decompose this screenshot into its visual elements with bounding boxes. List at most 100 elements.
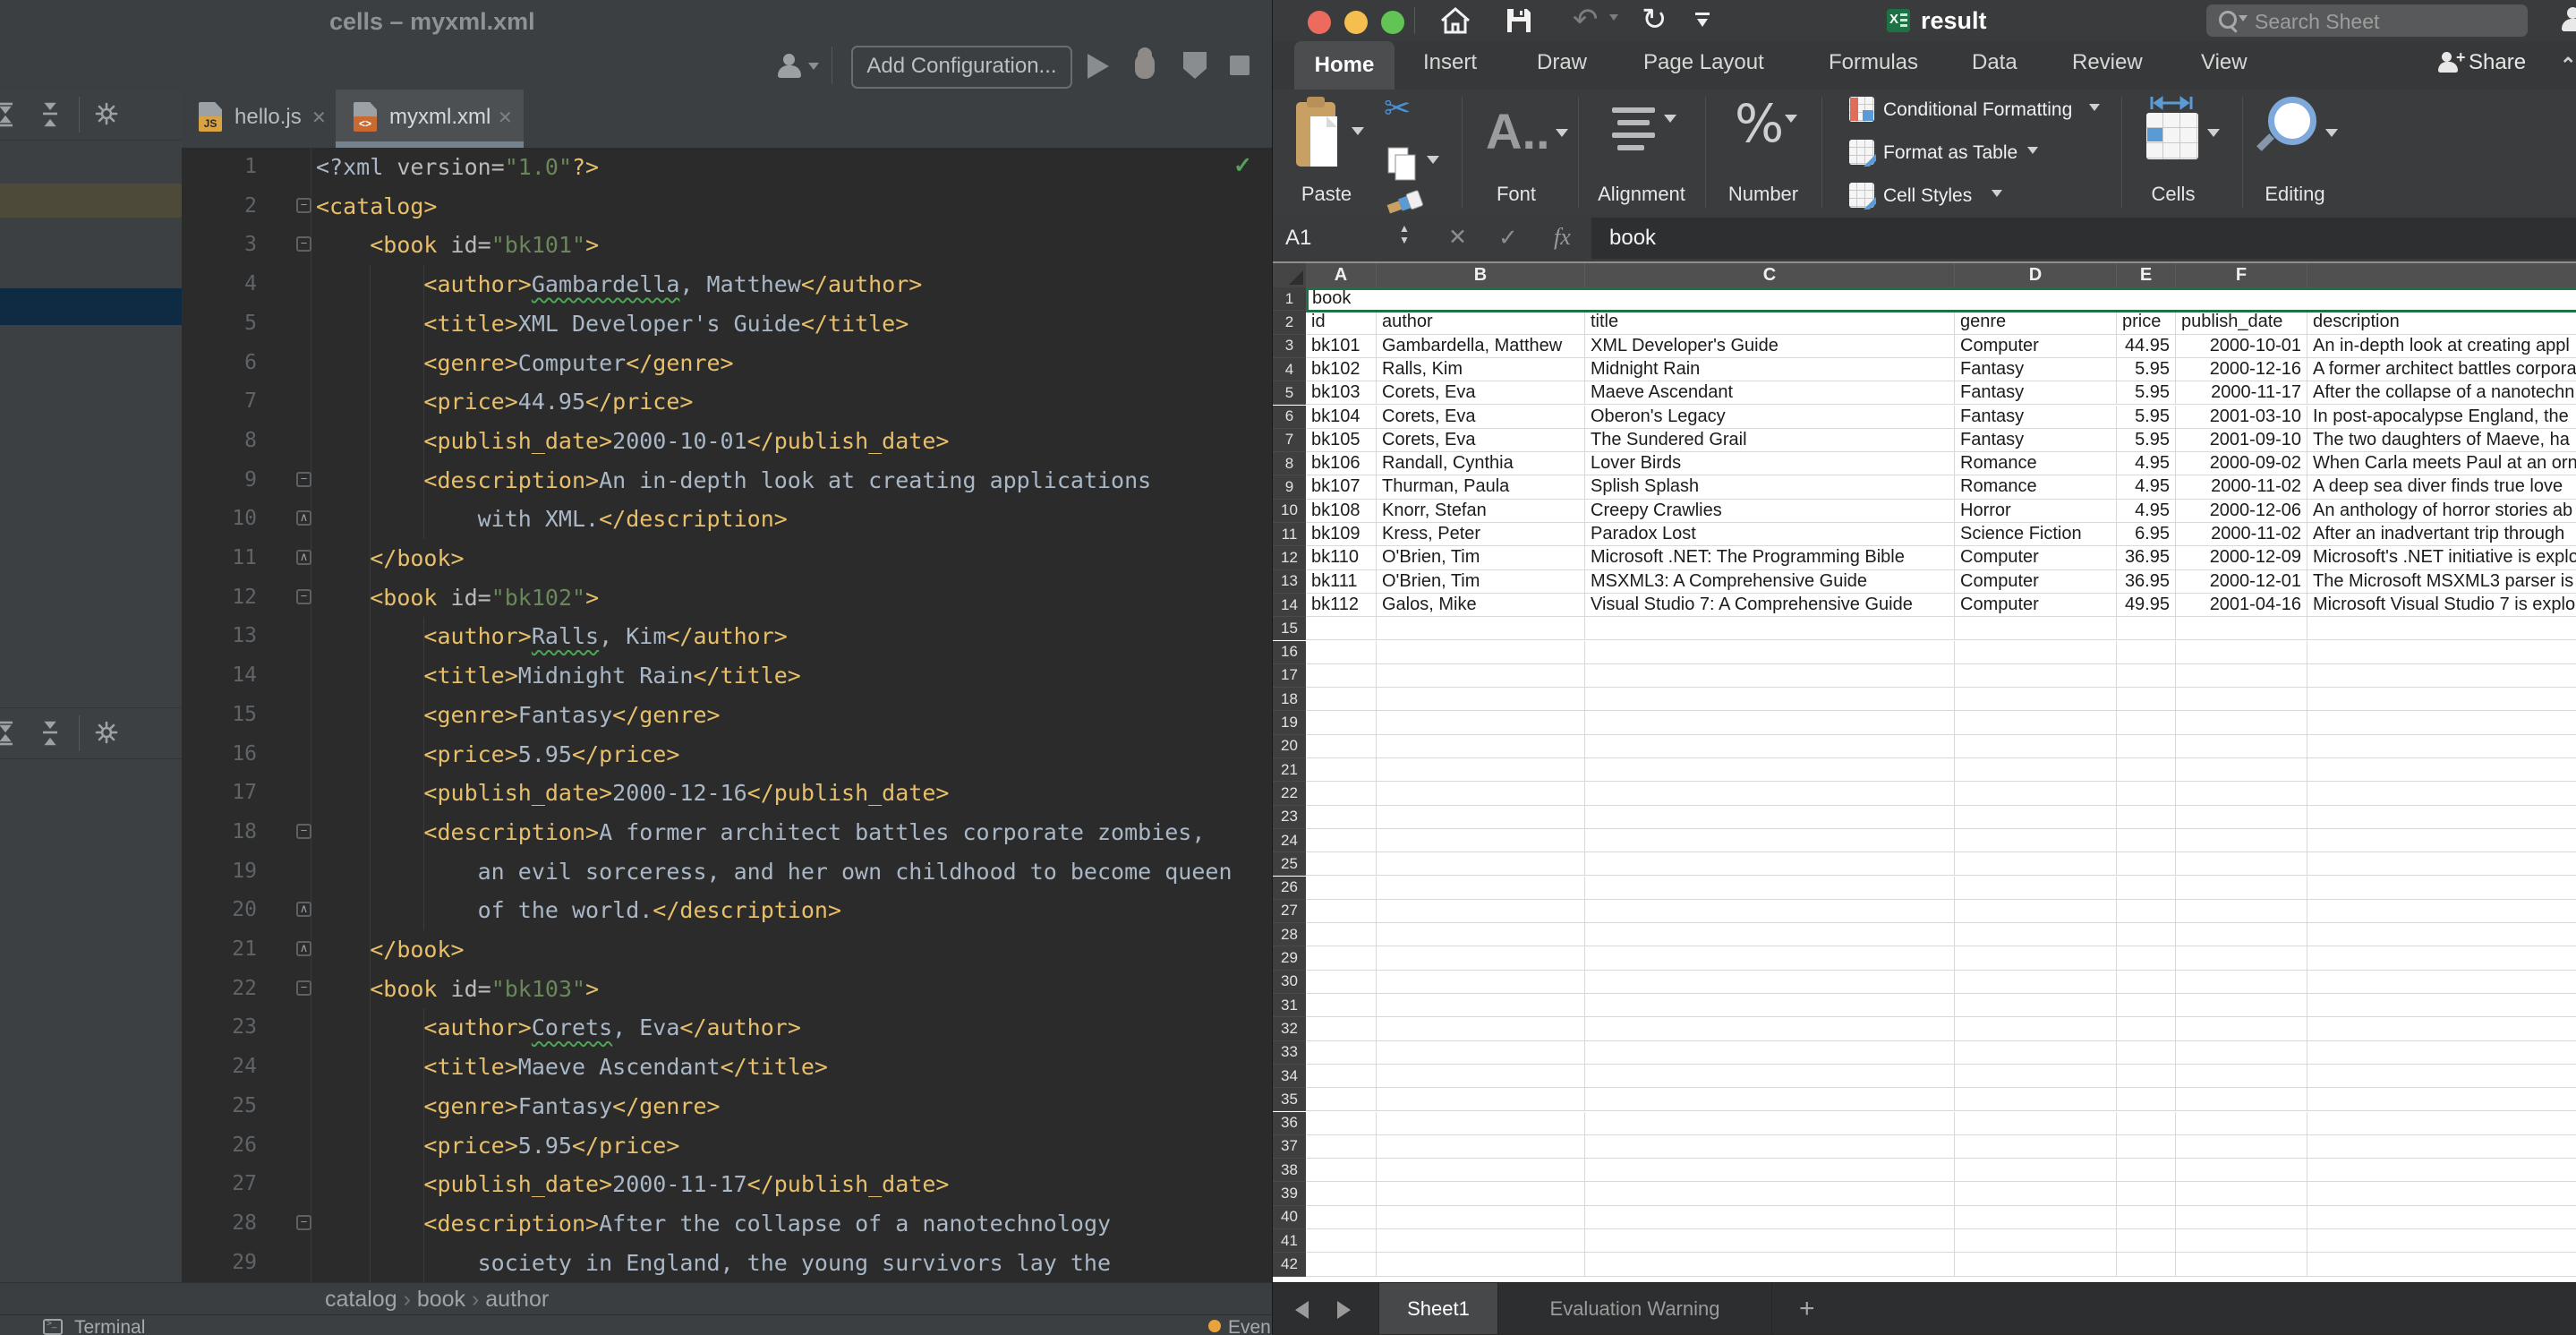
cell[interactable]: 44.95 (2117, 335, 2176, 358)
row-header-28[interactable]: 28 (1273, 923, 1306, 946)
row-header-20[interactable]: 20 (1273, 735, 1306, 758)
cancel-entry-icon[interactable]: ✕ (1448, 224, 1467, 251)
cell[interactable]: Fantasy (1955, 381, 2117, 405)
row-header-6[interactable]: 6 (1273, 406, 1306, 429)
cell[interactable]: publish_date (2176, 311, 2307, 334)
cell[interactable]: Computer (1955, 546, 2117, 569)
row-header-25[interactable]: 25 (1273, 852, 1306, 876)
cell[interactable] (2176, 1182, 2307, 1205)
cell[interactable]: An in-depth look at creating appl (2307, 335, 2576, 358)
row-header-39[interactable]: 39 (1273, 1182, 1306, 1205)
cell[interactable] (1955, 877, 2117, 900)
tab-view[interactable]: View (2201, 50, 2248, 75)
run-icon[interactable] (1088, 54, 1109, 79)
cell[interactable]: 5.95 (2117, 429, 2176, 452)
zoom-traffic-light[interactable] (1381, 11, 1404, 34)
cell[interactable] (2307, 641, 2576, 664)
fold-collapse-icon[interactable]: − (296, 1215, 311, 1230)
cell[interactable] (1377, 1135, 1585, 1159)
cell[interactable] (2176, 617, 2307, 640)
row-header-19[interactable]: 19 (1273, 711, 1306, 734)
code-line[interactable]: 24 <title>Maeve Ascendant</title> (182, 1048, 1272, 1087)
code-line[interactable]: 10∧ with XML.</description> (182, 500, 1272, 539)
cell[interactable]: 2000-12-06 (2176, 500, 2307, 523)
cell[interactable] (1955, 923, 2117, 946)
cell[interactable]: Horror (1955, 500, 2117, 523)
cell[interactable]: 36.95 (2117, 570, 2176, 594)
cell[interactable] (2117, 829, 2176, 852)
cell[interactable]: Midnight Rain (1585, 358, 1955, 381)
cell[interactable]: bk104 (1306, 406, 1377, 429)
cell[interactable] (1955, 617, 2117, 640)
editing-find-icon[interactable] (2268, 97, 2316, 145)
close-icon[interactable]: ✕ (498, 107, 513, 129)
cell[interactable] (2176, 1159, 2307, 1182)
cell[interactable] (2176, 1065, 2307, 1088)
cell[interactable] (1306, 617, 1377, 640)
row-header-12[interactable]: 12 (1273, 546, 1306, 569)
cell[interactable] (2117, 1041, 2176, 1065)
cell[interactable]: Corets, Eva (1377, 429, 1585, 452)
cell[interactable]: A deep sea diver finds true love (2307, 475, 2576, 499)
cell[interactable]: bk112 (1306, 594, 1377, 617)
cell[interactable] (2117, 971, 2176, 994)
fold-collapse-icon[interactable]: − (296, 472, 311, 487)
column-header-A[interactable]: A (1306, 263, 1377, 287)
fold-end-icon[interactable]: ∧ (296, 941, 311, 956)
cell[interactable] (1955, 946, 2117, 970)
fold-end-icon[interactable]: ∧ (296, 510, 311, 526)
row-header-38[interactable]: 38 (1273, 1159, 1306, 1182)
cell[interactable] (1585, 1182, 1955, 1205)
cell[interactable] (1377, 664, 1585, 688)
cell[interactable]: After the collapse of a nanotechn (2307, 381, 2576, 405)
cell[interactable]: O'Brien, Tim (1377, 570, 1585, 594)
cell[interactable]: When Carla meets Paul at an orn (2307, 452, 2576, 475)
row-header-24[interactable]: 24 (1273, 829, 1306, 852)
cell[interactable]: 5.95 (2117, 358, 2176, 381)
cell[interactable]: Ralls, Kim (1377, 358, 1585, 381)
event-log-button[interactable]: Even (1228, 1317, 1271, 1335)
gear-icon[interactable] (95, 102, 118, 130)
cell[interactable] (2117, 1206, 2176, 1229)
tab-myxml-xml[interactable]: <> myxml.xml ✕ (336, 90, 524, 148)
cell[interactable] (1585, 806, 1955, 829)
cell[interactable] (1306, 806, 1377, 829)
cell[interactable]: bk101 (1306, 335, 1377, 358)
row-header-11[interactable]: 11 (1273, 523, 1306, 546)
undo-dropdown-icon[interactable] (1609, 14, 1618, 25)
cell[interactable] (1306, 735, 1377, 758)
cell[interactable] (1955, 1253, 2117, 1276)
cell[interactable] (2117, 1159, 2176, 1182)
code-line[interactable]: 12− <book id="bk102"> (182, 578, 1272, 618)
cell[interactable]: 2001-04-16 (2176, 594, 2307, 617)
cell[interactable] (2176, 1041, 2307, 1065)
cell[interactable] (1377, 711, 1585, 734)
cell[interactable] (1955, 806, 2117, 829)
cell[interactable] (1955, 1159, 2117, 1182)
cell[interactable]: 2000-09-02 (2176, 452, 2307, 475)
cell[interactable]: 2000-11-17 (2176, 381, 2307, 405)
cell[interactable] (2307, 971, 2576, 994)
cell[interactable]: 2000-10-01 (2176, 335, 2307, 358)
column-header-E[interactable]: E (2117, 263, 2176, 287)
code-line[interactable]: 13 <author>Ralls, Kim</author> (182, 617, 1272, 656)
cell[interactable]: bk107 (1306, 475, 1377, 499)
tab-hello-js[interactable]: JS hello.js ✕ (189, 90, 336, 148)
cell[interactable]: Romance (1955, 475, 2117, 499)
cell[interactable] (1377, 877, 1585, 900)
cell[interactable] (1955, 1041, 2117, 1065)
row-header-35[interactable]: 35 (1273, 1088, 1306, 1111)
structure-item-highlighted[interactable] (0, 184, 182, 218)
code-line[interactable]: 7 <price>44.95</price> (182, 382, 1272, 422)
cell[interactable] (1585, 1041, 1955, 1065)
cell[interactable] (1377, 688, 1585, 711)
cell[interactable] (2307, 877, 2576, 900)
account-icon[interactable] (2560, 7, 2576, 34)
cell[interactable] (1377, 617, 1585, 640)
cell[interactable] (1377, 1088, 1585, 1111)
cell[interactable] (2307, 994, 2576, 1017)
sheet-tab-evaluation-warning[interactable]: Evaluation Warning (1498, 1283, 1772, 1334)
tab-formulas[interactable]: Formulas (1829, 50, 1918, 75)
collapse-ribbon-icon[interactable]: ⌃ (2560, 54, 2576, 77)
cut-icon[interactable]: ✂ (1384, 90, 1411, 127)
